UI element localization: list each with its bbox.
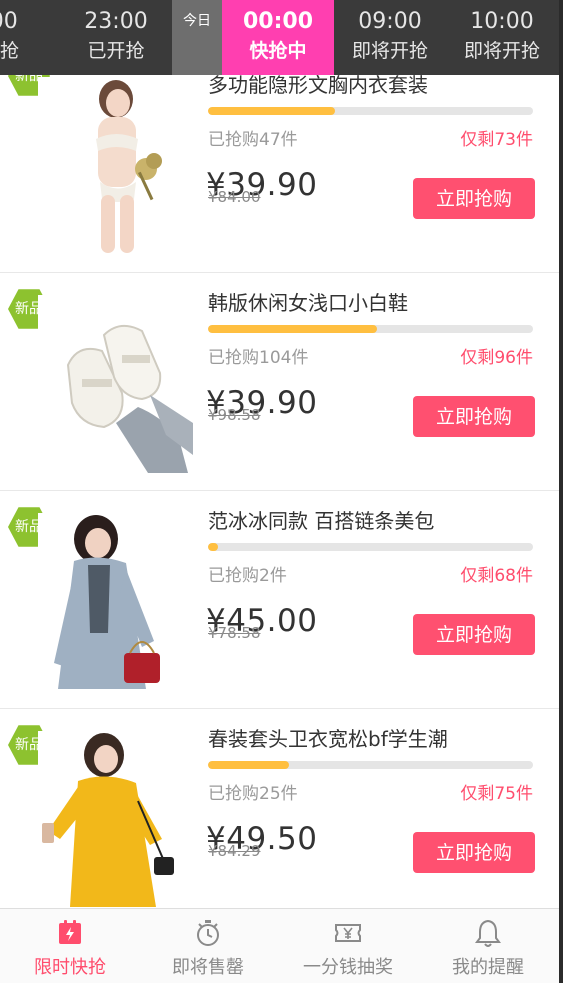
product-item[interactable]: 新品 范冰冰同款 百搭链条美包 已抢购2件 仅剩68件 ¥45.00 ¥78.5… bbox=[0, 491, 559, 709]
progress-fill bbox=[208, 761, 290, 769]
nav-reminders[interactable]: 我的提醒 bbox=[418, 909, 558, 984]
scrollbar-track[interactable] bbox=[559, 0, 563, 983]
nav-lottery[interactable]: 一分钱抽奖 bbox=[278, 909, 418, 984]
ticket-yuan-icon bbox=[335, 924, 361, 942]
bell-icon bbox=[475, 919, 501, 947]
sold-count: 已抢购25件 bbox=[208, 784, 298, 804]
today-label: 今日 bbox=[183, 13, 211, 29]
time-tab-4[interactable]: 10:00 即将开抢 bbox=[446, 0, 558, 75]
progress-bar bbox=[208, 107, 533, 115]
sold-count: 已抢购104件 bbox=[208, 348, 309, 368]
product-image-hoodie[interactable] bbox=[38, 731, 193, 908]
remaining-count: 仅剩96件 bbox=[460, 348, 533, 368]
progress-bar bbox=[208, 325, 533, 333]
progress-bar bbox=[208, 761, 533, 769]
product-image-lingerie[interactable] bbox=[38, 77, 193, 255]
time-tab-status: 即将开抢 bbox=[463, 40, 540, 62]
buy-now-button[interactable]: 立即抢购 bbox=[413, 178, 535, 219]
sold-count: 已抢购2件 bbox=[208, 566, 287, 586]
original-price: ¥84.29 bbox=[208, 842, 261, 860]
product-list[interactable]: 新品 多功能隐形文胸内衣套装 已抢购47件 仅剩73件 ¥39.90 ¥84.0… bbox=[0, 75, 559, 908]
product-item[interactable]: 新品 春装套头卫衣宽松bf学生潮 已抢购25件 仅剩75件 ¥49.50 ¥84… bbox=[0, 709, 559, 908]
buy-now-button[interactable]: 立即抢购 bbox=[413, 614, 535, 655]
time-tab-time: 23:00 bbox=[84, 9, 148, 34]
progress-fill bbox=[208, 543, 218, 551]
remaining-count: 仅剩68件 bbox=[460, 566, 533, 586]
time-tab-1[interactable]: 23:00 已开抢 bbox=[60, 0, 172, 75]
time-tab-3[interactable]: 09:00 即将开抢 bbox=[334, 0, 446, 75]
time-tab-status: 开抢 bbox=[0, 40, 19, 62]
progress-bar bbox=[208, 543, 533, 551]
time-tab-time: :00 bbox=[0, 9, 18, 34]
product-title[interactable]: 春装套头卫衣宽松bf学生潮 bbox=[208, 723, 448, 752]
progress-fill bbox=[208, 325, 377, 333]
product-title[interactable]: 韩版休闲女浅口小白鞋 bbox=[208, 287, 408, 316]
bottom-nav: 限时快抢 即将售罄 一分钱抽奖 我的提醒 bbox=[0, 908, 559, 983]
nav-flash-sale[interactable]: 限时快抢 bbox=[0, 909, 140, 984]
product-image-shoes[interactable] bbox=[38, 295, 193, 473]
product-item[interactable]: 新品 韩版休闲女浅口小白鞋 已抢购104件 仅剩96件 ¥39.90 ¥98.5… bbox=[0, 273, 559, 491]
remaining-count: 仅剩75件 bbox=[460, 784, 533, 804]
original-price: ¥78.58 bbox=[208, 624, 261, 642]
time-tab-status: 已开抢 bbox=[87, 40, 145, 62]
flash-sale-icon bbox=[59, 920, 81, 944]
time-tab-status: 即将开抢 bbox=[351, 40, 428, 62]
time-tab-0[interactable]: :00 开抢 bbox=[0, 0, 56, 75]
today-divider: 今日 bbox=[172, 0, 222, 75]
nav-label: 我的提醒 bbox=[452, 957, 524, 978]
nav-label: 限时快抢 bbox=[34, 957, 106, 978]
time-tab-time: 10:00 bbox=[470, 9, 534, 34]
time-tab-2[interactable]: 00:00 快抢中 bbox=[222, 0, 334, 75]
product-title[interactable]: 多功能隐形文胸内衣套装 bbox=[208, 75, 428, 98]
nav-label: 一分钱抽奖 bbox=[303, 957, 393, 978]
original-price: ¥84.00 bbox=[208, 188, 261, 206]
remaining-count: 仅剩73件 bbox=[460, 130, 533, 150]
time-tab-time: 09:00 bbox=[358, 9, 422, 34]
nav-label: 即将售罄 bbox=[172, 957, 244, 978]
buy-now-button[interactable]: 立即抢购 bbox=[413, 832, 535, 873]
product-image-bag[interactable] bbox=[38, 513, 193, 691]
sold-count: 已抢购47件 bbox=[208, 130, 298, 150]
product-title[interactable]: 范冰冰同款 百搭链条美包 bbox=[208, 505, 434, 534]
product-item[interactable]: 新品 多功能隐形文胸内衣套装 已抢购47件 仅剩73件 ¥39.90 ¥84.0… bbox=[0, 75, 559, 273]
progress-fill bbox=[208, 107, 335, 115]
timer-icon bbox=[197, 920, 219, 946]
time-tab-time: 00:00 bbox=[242, 9, 314, 34]
time-slot-tabbar: :00 开抢 23:00 已开抢 今日 00:00 快抢中 09:00 即将开抢… bbox=[0, 0, 559, 75]
nav-selling-out[interactable]: 即将售罄 bbox=[138, 909, 278, 984]
original-price: ¥98.58 bbox=[208, 406, 261, 424]
time-tab-status: 快抢中 bbox=[249, 40, 307, 62]
buy-now-button[interactable]: 立即抢购 bbox=[413, 396, 535, 437]
